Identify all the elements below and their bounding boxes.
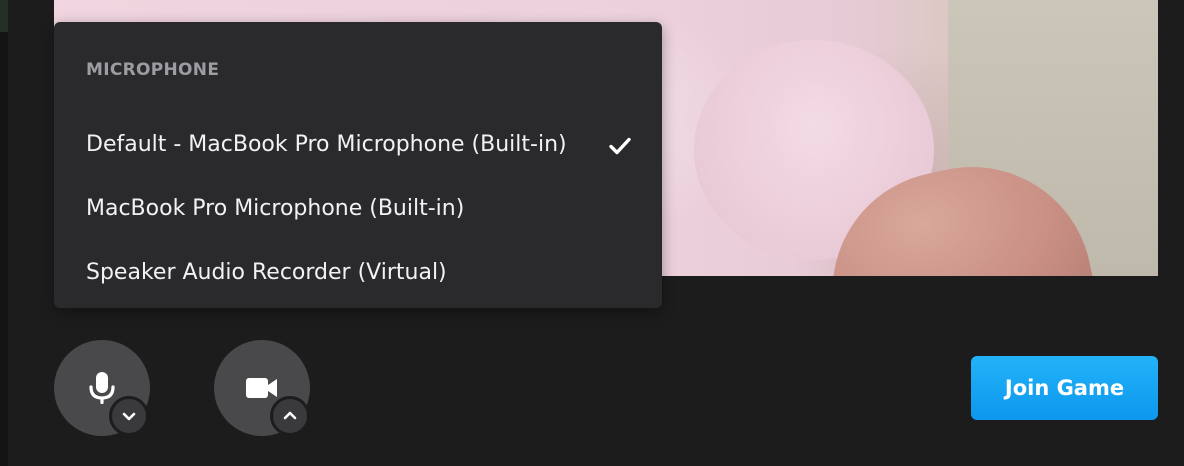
left-edge-strip <box>0 0 8 466</box>
microphone-option-label: Default - MacBook Pro Microphone (Built-… <box>86 132 567 157</box>
microphone-option-macbook-pro[interactable]: MacBook Pro Microphone (Built-in) <box>54 184 662 240</box>
chevron-up-icon <box>283 411 297 420</box>
microphone-menu-heading: MICROPHONE <box>86 60 220 80</box>
camera-options-toggle[interactable] <box>270 396 310 436</box>
chevron-down-icon <box>122 412 136 421</box>
microphone-dropdown-menu: MICROPHONE Default - MacBook Pro Microph… <box>54 22 662 308</box>
microphone-option-label: MacBook Pro Microphone (Built-in) <box>86 196 465 221</box>
join-game-button[interactable]: Join Game <box>971 356 1158 420</box>
left-edge-mark <box>0 0 8 32</box>
microphone-option-label: Speaker Audio Recorder (Virtual) <box>86 260 447 285</box>
checkmark-icon <box>609 137 631 155</box>
microphone-option-default[interactable]: Default - MacBook Pro Microphone (Built-… <box>54 120 662 176</box>
microphone-options-toggle[interactable] <box>109 396 149 436</box>
microphone-option-speaker-audio-recorder[interactable]: Speaker Audio Recorder (Virtual) <box>54 248 662 304</box>
join-screen: MICROPHONE Default - MacBook Pro Microph… <box>0 0 1184 466</box>
video-camera-icon <box>246 378 277 398</box>
